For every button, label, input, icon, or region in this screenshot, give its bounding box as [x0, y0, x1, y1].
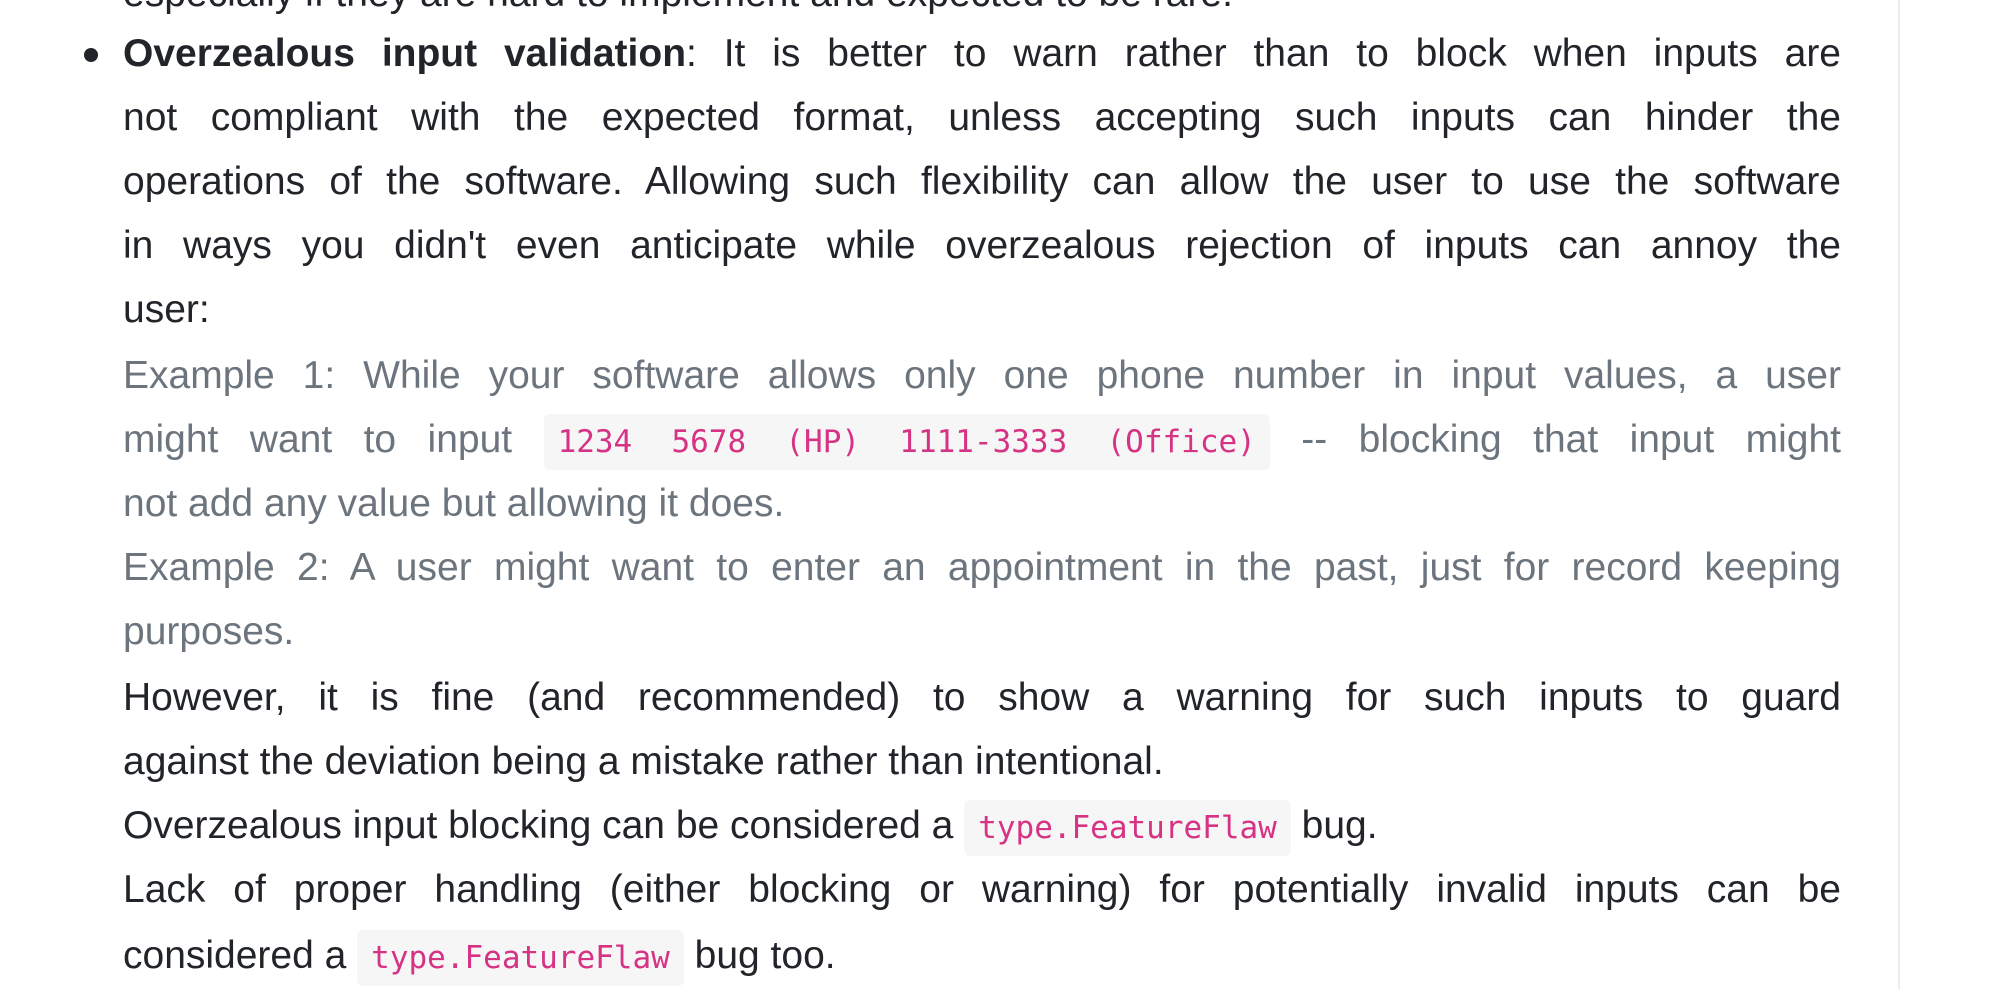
- item-line: in ways you didn't even anticipate while…: [123, 224, 1841, 267]
- however-line: against the deviation being a mistake ra…: [123, 740, 1164, 783]
- item-line: user:: [123, 288, 210, 331]
- phone-code: 1234 5678 (HP) 1111-3333 (Office): [543, 414, 1270, 470]
- item-line: not compliant with the expected format, …: [123, 96, 1841, 139]
- example1-code-line: might want to input 1234 5678 (HP) 1111-…: [123, 408, 1841, 472]
- blocking-text: Overzealous input blocking can be consid…: [123, 804, 954, 847]
- bullet-icon: [84, 48, 98, 62]
- item-first-line: Overzealous input validation: It is bett…: [123, 22, 1841, 86]
- lack-line: considered a type.FeatureFlaw bug too.: [123, 924, 1841, 988]
- blocking-text: bug.: [1301, 804, 1378, 847]
- lack-text: considered a: [123, 934, 347, 977]
- scrollbar-track[interactable]: [1898, 0, 1900, 989]
- lack-text: bug too.: [694, 934, 836, 977]
- feature-flaw-code: type.FeatureFlaw: [964, 800, 1291, 856]
- example2-line: Example 2: A user might want to enter an…: [123, 546, 1841, 589]
- example1-text: -- blocking that input might: [1301, 418, 1841, 461]
- blocking-line: Overzealous input blocking can be consid…: [123, 794, 1841, 858]
- item-title: Overzealous input validation: [123, 32, 687, 75]
- however-line: However, it is fine (and recommended) to…: [123, 676, 1841, 719]
- item-line: operations of the software. Allowing suc…: [123, 160, 1841, 203]
- feature-flaw-code: type.FeatureFlaw: [357, 930, 684, 986]
- lack-line: Lack of proper handling (either blocking…: [123, 868, 1841, 911]
- example1-line: not add any value but allowing it does.: [123, 482, 785, 525]
- example1-line: Example 1: While your software allows on…: [123, 354, 1841, 397]
- example1-text: might want to input: [123, 418, 513, 461]
- example2-line: purposes.: [123, 610, 295, 653]
- item-text: : It is better to warn rather than to bl…: [686, 32, 1841, 75]
